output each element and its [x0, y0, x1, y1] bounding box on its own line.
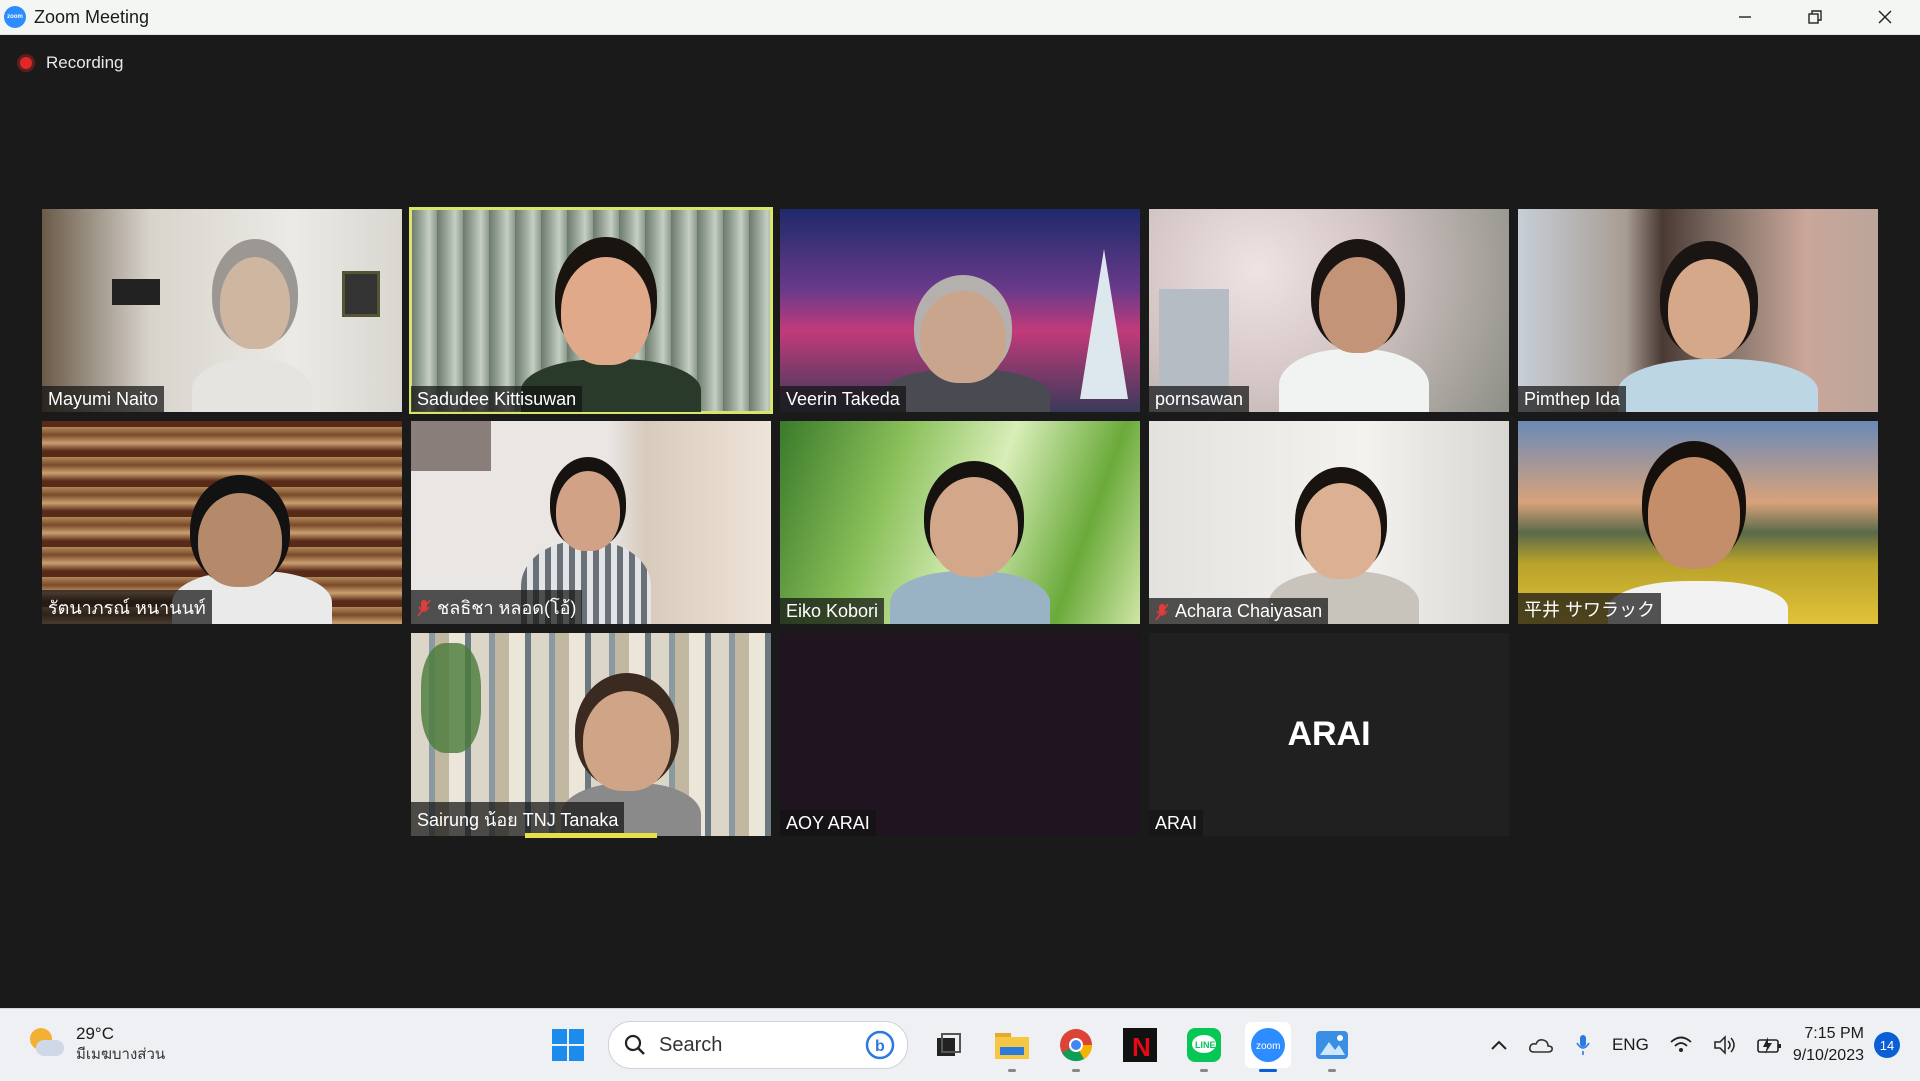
- video-tile[interactable]: 平井 サワラック: [1518, 421, 1878, 624]
- clock-time: 7:15 PM: [1804, 1025, 1864, 1042]
- language-indicator[interactable]: ENG: [1612, 1035, 1649, 1055]
- window-controls: [1710, 0, 1920, 34]
- participant-name: ชลธิชา หลอด(โอ้): [411, 590, 583, 624]
- video-tile[interactable]: รัตนาภรณ์ หนานนท์: [42, 421, 402, 624]
- svg-text:LINE: LINE: [1195, 1040, 1216, 1050]
- battery-charging-icon: [1757, 1037, 1781, 1054]
- chrome-button[interactable]: [1053, 1022, 1099, 1072]
- title-bar: zoom Zoom Meeting: [0, 0, 1920, 35]
- task-view-icon: [937, 1033, 961, 1056]
- clock-date: 9/10/2023: [1792, 1047, 1864, 1064]
- participant-name: pornsawan: [1149, 386, 1250, 412]
- folder-icon: [995, 1033, 1029, 1059]
- svg-text:b: b: [875, 1038, 885, 1055]
- video-tile[interactable]: Achara Chaiyasan: [1149, 421, 1509, 624]
- system-tray: ENG 7:15 PM 9/10/2023 14: [1480, 1009, 1920, 1081]
- notification-badge[interactable]: 14: [1874, 1032, 1900, 1058]
- zoom-taskbar-button[interactable]: zoom: [1245, 1022, 1291, 1072]
- participant-name: Veerin Takeda: [780, 386, 906, 412]
- frame: [342, 271, 380, 317]
- start-button[interactable]: [545, 1022, 591, 1068]
- weather-temp: 29°C: [76, 1024, 114, 1043]
- video-tile[interactable]: ชลธิชา หลอด(โอ้): [411, 421, 771, 624]
- netflix-icon: N: [1123, 1028, 1157, 1062]
- line-icon: LINE: [1187, 1028, 1221, 1062]
- video-tile[interactable]: Sairung น้อย TNJ Tanaka: [411, 633, 771, 836]
- weather-condition: มีเมฆบางส่วน: [76, 1046, 166, 1063]
- zoom-app-icon: zoom: [4, 6, 26, 28]
- participant-name: Eiko Kobori: [780, 598, 885, 624]
- participant-name: ARAI: [1149, 810, 1204, 836]
- participant-name: AOY ARAI: [780, 810, 876, 836]
- taskbar-search[interactable]: Search b: [608, 1021, 908, 1069]
- windows-start-icon: [552, 1029, 584, 1061]
- bing-icon: b: [865, 1030, 895, 1060]
- search-placeholder: Search: [659, 1033, 723, 1056]
- chrome-icon: [1060, 1029, 1093, 1062]
- recording-label: Recording: [46, 53, 124, 72]
- recording-indicator[interactable]: Recording: [20, 53, 124, 73]
- task-view-button[interactable]: [925, 1022, 971, 1068]
- participant-name: Sadudee Kittisuwan: [411, 386, 583, 412]
- close-button[interactable]: [1850, 0, 1920, 34]
- wifi-icon: [1670, 1036, 1692, 1052]
- taskbar-apps: Search b N LINE zoom: [536, 1021, 1364, 1072]
- file-explorer-button[interactable]: [989, 1022, 1035, 1072]
- microphone-button[interactable]: [1574, 1033, 1592, 1057]
- onedrive-button[interactable]: [1528, 1036, 1554, 1054]
- photos-button[interactable]: [1309, 1022, 1355, 1072]
- video-tile[interactable]: Veerin Takeda: [780, 209, 1140, 412]
- restore-icon: [1808, 10, 1822, 24]
- video-tile[interactable]: AOY ARAI: [780, 633, 1140, 836]
- speaking-indicator: [525, 833, 657, 838]
- search-icon: [624, 1034, 645, 1055]
- plant: [421, 643, 481, 753]
- photo-board: [411, 421, 491, 471]
- restore-button[interactable]: [1780, 0, 1850, 34]
- taskbar: 29°C มีเมฆบางส่วน Search b N LINE zoom E…: [0, 1008, 1920, 1081]
- line-button[interactable]: LINE: [1181, 1022, 1227, 1072]
- weather-widget[interactable]: 29°C มีเมฆบางส่วน: [28, 1023, 165, 1065]
- mic-muted-icon: [417, 599, 431, 616]
- video-tile[interactable]: Eiko Kobori: [780, 421, 1140, 624]
- wall-object: [112, 279, 160, 305]
- photos-icon: [1316, 1031, 1348, 1059]
- mic-muted-icon: [1155, 603, 1169, 620]
- video-tile[interactable]: Pimthep Ida: [1518, 209, 1878, 412]
- volume-button[interactable]: [1713, 1035, 1737, 1055]
- participant-name: Pimthep Ida: [1518, 386, 1627, 412]
- partly-cloudy-icon: [28, 1026, 64, 1062]
- speaker-icon: [1714, 1035, 1735, 1055]
- window-title: Zoom Meeting: [34, 6, 150, 27]
- participant-name: Achara Chaiyasan: [1149, 598, 1329, 624]
- netflix-button[interactable]: N: [1117, 1022, 1163, 1068]
- microphone-icon: [1576, 1035, 1590, 1055]
- participant-name: รัตนาภรณ์ หนานนท์: [42, 590, 212, 624]
- show-hidden-icons-button[interactable]: [1490, 1039, 1508, 1051]
- video-tile-camera-off[interactable]: ARAI ARAI: [1149, 633, 1509, 836]
- participant-name: Sairung น้อย TNJ Tanaka: [411, 802, 625, 836]
- minimize-button[interactable]: [1710, 0, 1780, 34]
- meeting-view: Recording Mayumi Naito Sadudee Kittisuwa…: [0, 35, 1920, 1008]
- svg-text:N: N: [1132, 1032, 1151, 1062]
- chevron-up-icon: [1491, 1040, 1507, 1050]
- wifi-button[interactable]: [1669, 1035, 1693, 1055]
- close-icon: [1878, 10, 1892, 24]
- recording-dot-icon: [20, 57, 32, 69]
- zoom-icon: zoom: [1251, 1028, 1285, 1062]
- onedrive-icon: [1529, 1039, 1553, 1053]
- snowy-tree: [1080, 249, 1128, 399]
- video-tile[interactable]: Mayumi Naito: [42, 209, 402, 412]
- minimize-icon: [1739, 16, 1751, 18]
- participant-name: Mayumi Naito: [42, 386, 165, 412]
- battery-button[interactable]: [1757, 1035, 1783, 1055]
- video-tile-active-speaker[interactable]: Sadudee Kittisuwan: [409, 207, 773, 414]
- participant-name: 平井 サワラック: [1518, 593, 1662, 624]
- camera-off-name: ARAI: [1287, 715, 1371, 753]
- svg-text:zoom: zoom: [1256, 1041, 1280, 1052]
- video-tile[interactable]: pornsawan: [1149, 209, 1509, 412]
- clock[interactable]: 7:15 PM 9/10/2023: [1793, 1023, 1864, 1067]
